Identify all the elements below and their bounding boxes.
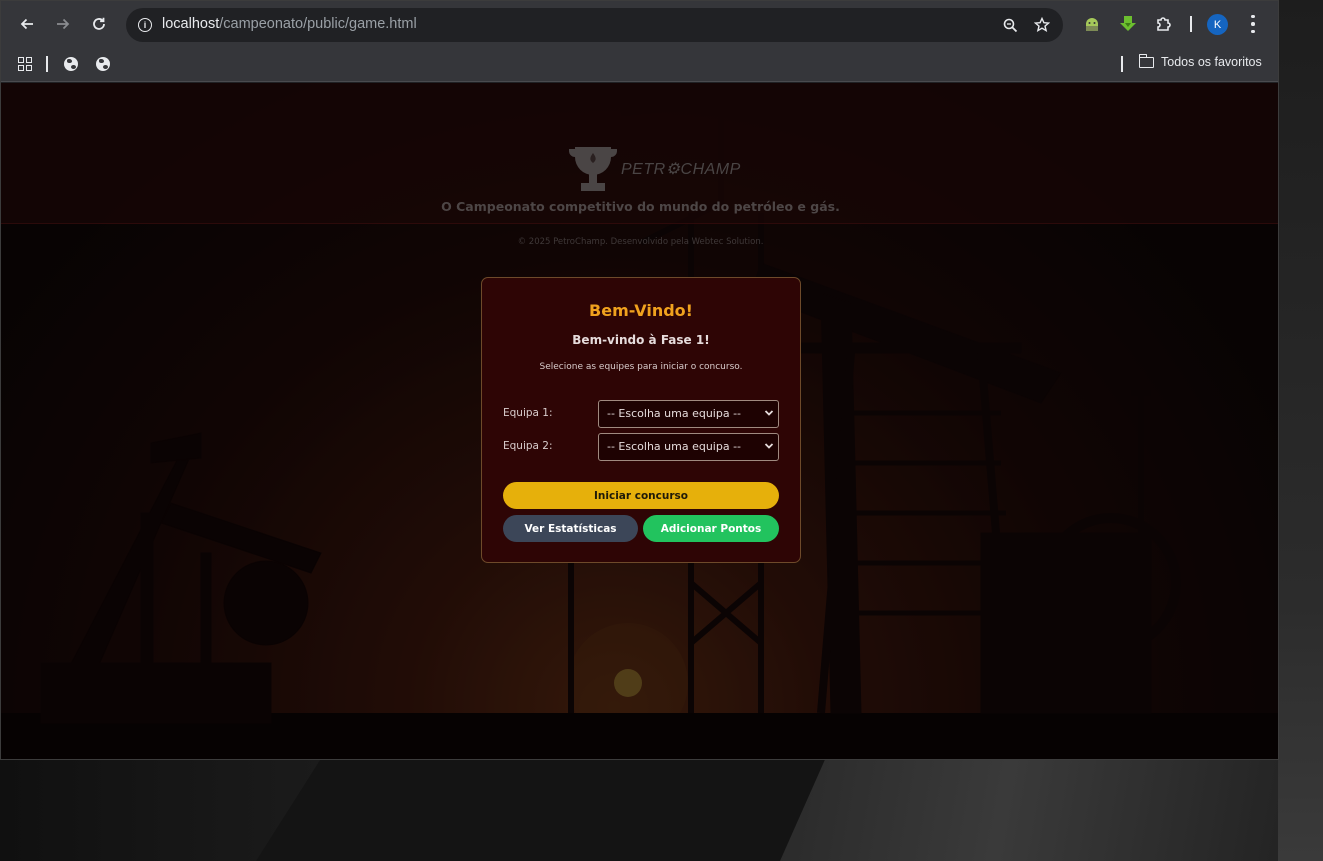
welcome-modal: Bem-Vindo! Bem-vindo à Fase 1! Selecione… (481, 277, 801, 563)
bookmarks-bar: Todos os favoritos (1, 48, 1278, 82)
modal-title: Bem-Vindo! (589, 301, 693, 320)
footer-copyright: © 2025 PetroChamp. Desenvolvido pela Web… (517, 237, 764, 247)
address-bar[interactable]: i localhost/campeonato/public/game.html (126, 8, 1063, 42)
browser-window: i localhost/campeonato/public/game.html … (0, 0, 1279, 760)
folder-icon (1138, 53, 1154, 68)
forward-arrow-icon[interactable] (49, 10, 77, 38)
desktop-background-shape (780, 760, 1323, 861)
bookmarks-folder-label: Todos os favoritos (1161, 55, 1262, 69)
bookmarks-divider (46, 56, 48, 72)
site-logo: PETR⚙CHAMP (567, 145, 741, 193)
team2-selected-value: -- Escolha uma equipa -- (607, 440, 742, 453)
modal-subtitle: Bem-vindo à Fase 1! (572, 333, 710, 347)
page-viewport: PETR⚙CHAMP O Campeonato competitivo do m… (1, 83, 1278, 759)
bookmarks-folder[interactable]: Todos os favoritos (1138, 53, 1262, 69)
chevron-down-icon (764, 410, 774, 416)
kebab-menu-icon[interactable] (1245, 13, 1261, 35)
team1-select[interactable]: -- Escolha uma equipa -- (598, 400, 779, 428)
site-tagline: O Campeonato competitivo do mundo do pet… (441, 199, 840, 214)
modal-description: Selecione as equipes para iniciar o conc… (539, 362, 743, 372)
reload-icon[interactable] (85, 10, 113, 38)
team1-row: Equipa 1: -- Escolha uma equipa -- (503, 400, 779, 428)
globe-icon[interactable] (93, 54, 113, 74)
zoom-icon[interactable] (1000, 15, 1020, 35)
globe-icon[interactable] (61, 54, 81, 74)
url-text[interactable]: localhost/campeonato/public/game.html (162, 16, 417, 32)
desktop-background-edge (1278, 0, 1323, 861)
browser-toolbar: i localhost/campeonato/public/game.html … (1, 1, 1278, 48)
site-header: PETR⚙CHAMP O Campeonato competitivo do m… (1, 83, 1278, 247)
trophy-icon (569, 147, 617, 191)
add-points-button[interactable]: Adicionar Pontos (643, 515, 779, 542)
view-stats-button[interactable]: Ver Estatísticas (503, 515, 638, 542)
site-info-icon[interactable]: i (135, 15, 155, 35)
android-extension-icon[interactable] (1080, 12, 1104, 36)
apps-grid-icon[interactable] (15, 54, 35, 74)
logo-wordmark: PETR⚙CHAMP (621, 161, 741, 178)
toolbar-divider (1190, 16, 1192, 32)
download-extension-icon[interactable] (1116, 12, 1140, 36)
team1-selected-value: -- Escolha uma equipa -- (607, 407, 742, 420)
puzzle-extension-icon[interactable] (1152, 12, 1176, 36)
team1-label: Equipa 1: (503, 407, 553, 419)
team2-label: Equipa 2: (503, 440, 553, 452)
star-icon[interactable] (1032, 15, 1052, 35)
team2-select[interactable]: -- Escolha uma equipa -- (598, 433, 779, 461)
bookmarks-divider (1121, 56, 1123, 72)
desktop-background-shape (0, 760, 320, 861)
profile-avatar[interactable]: K (1207, 14, 1228, 35)
back-arrow-icon[interactable] (13, 10, 41, 38)
team2-row: Equipa 2: -- Escolha uma equipa -- (503, 433, 779, 461)
chevron-down-icon (764, 443, 774, 449)
start-contest-button[interactable]: Iniciar concurso (503, 482, 779, 509)
